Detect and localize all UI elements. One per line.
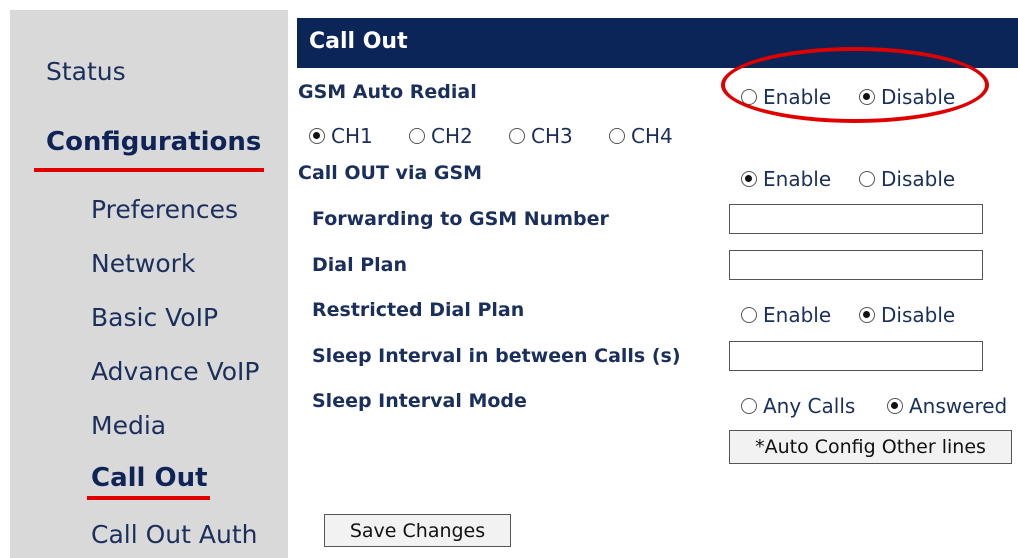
nav-call-out[interactable]: Call Out bbox=[91, 463, 208, 493]
dial-plan-input[interactable] bbox=[729, 250, 983, 280]
option-label: Enable bbox=[763, 167, 832, 191]
channel-ch2[interactable]: CH2 bbox=[409, 124, 473, 148]
radio-icon[interactable] bbox=[859, 307, 875, 323]
nav-network[interactable]: Network bbox=[91, 249, 195, 278]
save-changes-button[interactable]: Save Changes bbox=[324, 514, 511, 547]
option-label: Disable bbox=[881, 167, 956, 191]
forwarding-gsm-number-input[interactable] bbox=[729, 204, 983, 234]
gsm-auto-redial-label: GSM Auto Redial bbox=[298, 81, 477, 103]
channel-ch1[interactable]: CH1 bbox=[309, 124, 373, 148]
call-out-via-gsm-disable[interactable]: Disable bbox=[859, 167, 955, 191]
nav-media[interactable]: Media bbox=[91, 411, 166, 440]
restricted-dial-plan-enable[interactable]: Enable bbox=[741, 303, 831, 327]
radio-icon[interactable] bbox=[409, 128, 425, 144]
page-title: Call Out bbox=[309, 29, 408, 54]
radio-icon[interactable] bbox=[887, 398, 903, 414]
option-label: Enable bbox=[763, 303, 832, 327]
call-out-via-gsm-label: Call OUT via GSM bbox=[298, 162, 483, 184]
radio-icon[interactable] bbox=[509, 128, 525, 144]
nav-preferences[interactable]: Preferences bbox=[91, 195, 238, 224]
option-label: CH3 bbox=[531, 124, 573, 148]
nav-call-out-auth[interactable]: Call Out Auth bbox=[91, 520, 257, 549]
option-label: CH2 bbox=[431, 124, 473, 148]
highlight-ellipse bbox=[721, 47, 989, 123]
sleep-interval-label: Sleep Interval in between Calls (s) bbox=[312, 345, 681, 367]
radio-icon[interactable] bbox=[309, 128, 325, 144]
sleep-mode-answered[interactable]: Answered bbox=[887, 394, 1007, 418]
sleep-interval-mode-label: Sleep Interval Mode bbox=[312, 390, 527, 412]
radio-icon[interactable] bbox=[741, 398, 757, 414]
nav-status[interactable]: Status bbox=[46, 57, 126, 86]
radio-icon[interactable] bbox=[859, 171, 875, 187]
forwarding-gsm-number-label: Forwarding to GSM Number bbox=[312, 208, 609, 230]
auto-config-button[interactable]: *Auto Config Other lines bbox=[729, 430, 1012, 464]
call-out-via-gsm-enable[interactable]: Enable bbox=[741, 167, 831, 191]
radio-icon[interactable] bbox=[609, 128, 625, 144]
option-label: CH1 bbox=[331, 124, 373, 148]
radio-icon[interactable] bbox=[741, 307, 757, 323]
channel-ch3[interactable]: CH3 bbox=[509, 124, 573, 148]
nav-configurations[interactable]: Configurations bbox=[46, 127, 261, 157]
option-label: Answered bbox=[909, 394, 1008, 418]
call-out-underline bbox=[87, 496, 210, 500]
radio-icon[interactable] bbox=[741, 171, 757, 187]
configurations-underline bbox=[34, 168, 264, 172]
restricted-dial-plan-label: Restricted Dial Plan bbox=[312, 299, 525, 321]
dial-plan-label: Dial Plan bbox=[312, 254, 408, 276]
option-label: Any Calls bbox=[763, 394, 856, 418]
channel-ch4[interactable]: CH4 bbox=[609, 124, 673, 148]
sleep-mode-any-calls[interactable]: Any Calls bbox=[741, 394, 855, 418]
restricted-dial-plan-disable[interactable]: Disable bbox=[859, 303, 955, 327]
sleep-interval-input[interactable] bbox=[729, 341, 983, 371]
option-label: CH4 bbox=[631, 124, 673, 148]
nav-basic-voip[interactable]: Basic VoIP bbox=[91, 303, 218, 332]
nav-advance-voip[interactable]: Advance VoIP bbox=[91, 357, 259, 386]
option-label: Disable bbox=[881, 303, 956, 327]
